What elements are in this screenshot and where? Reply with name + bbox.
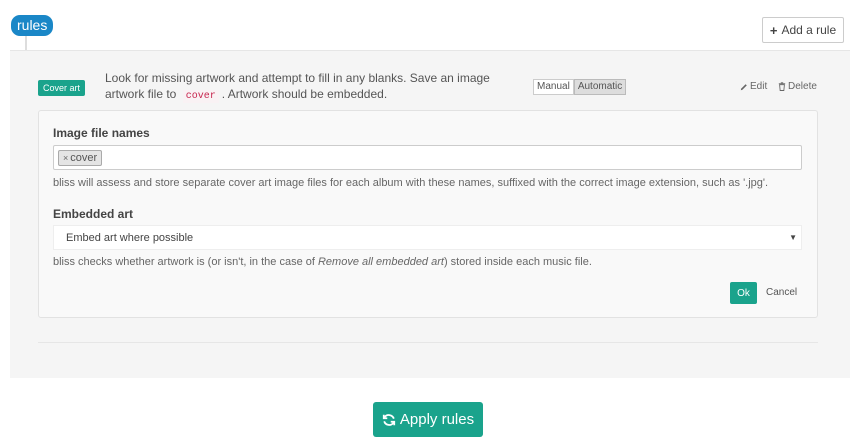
file-name-chip: × cover [58,149,103,166]
delete-label: Delete [788,81,817,92]
badge-connector [25,36,27,51]
embedded-art-help: bliss checks whether artwork is (or isn'… [53,256,592,268]
cancel-button[interactable]: Cancel [766,287,797,298]
mode-manual-button[interactable]: Manual [533,79,574,95]
embedded-help-emphasis: Remove all embedded art [317,256,444,268]
mode-automatic-button[interactable]: Automatic [573,79,627,95]
ok-button[interactable]: Ok [730,282,757,304]
remove-chip-icon[interactable]: × [63,151,68,165]
image-file-names-label: Image file names [53,126,150,140]
embedded-art-value: Embed art where possible [66,231,194,244]
rule-edit-form [38,110,818,318]
plus-icon: + [769,22,778,38]
rules-title-badge: rules [11,15,54,36]
apply-rules-button[interactable]: Apply rules [373,402,483,437]
add-rule-label: Add a rule [781,23,837,37]
embedded-art-label: Embedded art [53,207,134,221]
rule-tag: Cover art [38,80,86,96]
chip-label: cover [70,151,98,164]
apply-rules-label: Apply rules [399,411,475,428]
image-file-names-help: bliss will assess and store separate cov… [53,177,769,189]
rule-description: Look for missing artwork and attempt to … [105,70,525,105]
edit-rule-link[interactable]: Edit [740,81,767,92]
rule-description-text-2: . Artwork should be embedded. [221,87,388,101]
rule-description-code: cover [182,90,219,103]
add-rule-button[interactable]: + Add a rule [762,17,844,43]
delete-rule-link[interactable]: Delete [778,81,817,92]
embedded-art-select[interactable]: Embed art where possible ▼ [53,225,802,250]
refresh-icon [382,413,396,426]
edit-label: Edit [750,81,768,92]
trash-icon [778,82,786,91]
image-file-names-input[interactable]: × cover [53,145,802,170]
embedded-help-text-1: bliss checks whether artwork is (or isn'… [53,256,318,268]
panel-divider [38,342,818,343]
mode-toggle-group: Manual Automatic [533,79,627,95]
embedded-help-text-2: ) stored inside each music file. [443,256,592,268]
pencil-icon [740,83,747,90]
caret-down-icon: ▼ [789,233,797,242]
